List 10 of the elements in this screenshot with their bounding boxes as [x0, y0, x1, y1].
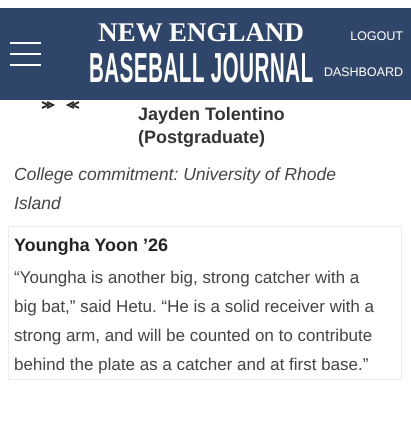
logo-title[interactable]: NEW ENGLAND [98, 18, 304, 46]
logo-title[interactable]: BASEBALL JOURNAL [88, 46, 314, 90]
ornament-icon [40, 100, 80, 110]
player-name: Youngha Yoon ’26 [14, 234, 170, 257]
nav-link[interactable]: LOGOUT [350, 29, 403, 43]
college-commitment: College commitment: University of Rhode Island [14, 163, 337, 215]
menu-icon[interactable] [10, 42, 41, 66]
nav-link[interactable]: DASHBOARD [324, 65, 403, 79]
player-quote: “Youngha is another big, strong catcher with a big bat,” said Hetu. “He is a solid receiver with a strong arm, and will be counted on to contribute behind the plate as a catcher and at first base.” [14, 267, 375, 376]
photo-caption: Jayden Tolentino (Postgraduate) [138, 103, 286, 149]
